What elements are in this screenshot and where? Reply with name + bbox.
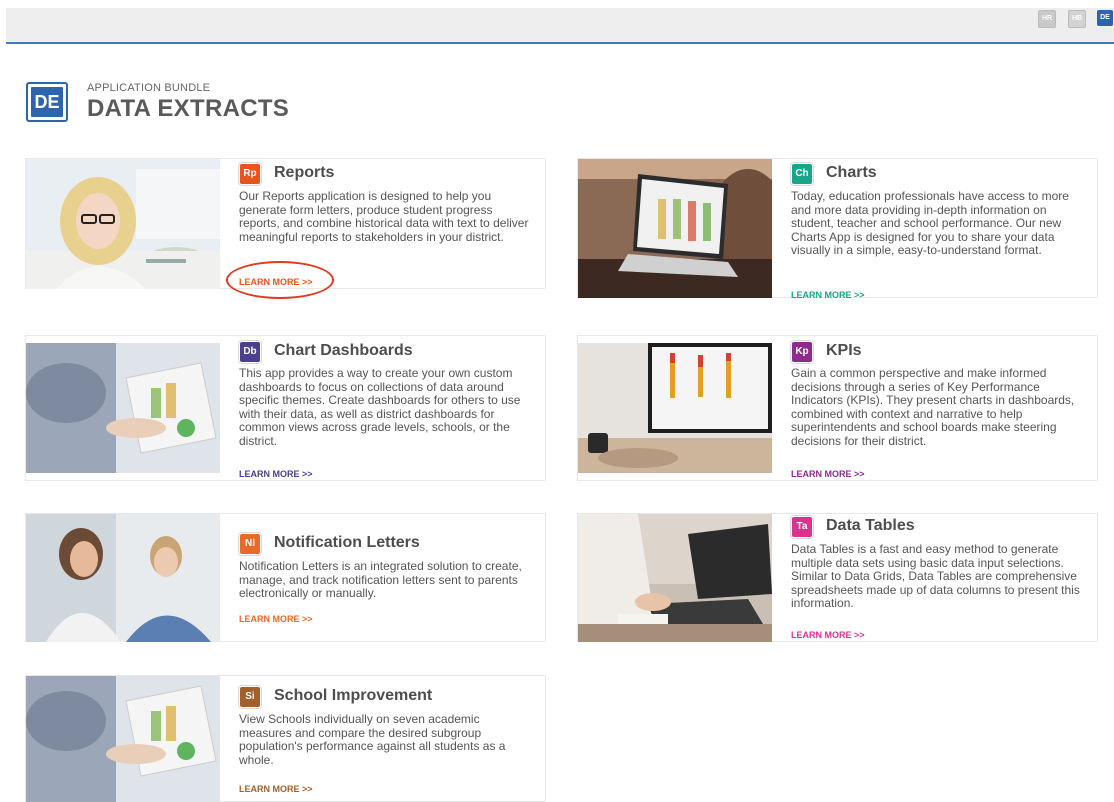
school-improvement-title[interactable]: School Improvement [274,687,432,705]
charts-photo-image [578,159,772,298]
data-tables-thumbnail[interactable] [578,514,772,642]
reports-thumbnail[interactable] [26,159,220,289]
charts-learn-more-link[interactable]: LEARN MORE >> [791,290,865,300]
highlight-circle [226,261,334,299]
school-improvement-app-icon: Si [240,687,260,707]
page-title: DATA EXTRACTS [87,95,290,122]
chart-dashboards-app-icon: Db [240,342,260,362]
data-tables-icon-label: Ta [796,521,808,532]
bundle-switch-hb[interactable]: HB [1068,10,1086,28]
school-improvement-thumbnail[interactable] [26,676,220,802]
data-tables-app-icon: Ta [792,517,812,537]
chart-dashboards-icon-label: Db [243,346,257,357]
notification-letters-description: Notification Letters is an integrated so… [239,559,522,600]
school-improvement-description: View Schools individually on seven acade… [239,712,506,767]
chart-dashboards-title[interactable]: Chart Dashboards [274,342,413,360]
bundle-switch-de[interactable]: DE [1097,10,1113,26]
reports-photo-image [26,159,220,289]
notification-letters-thumbnail[interactable] [26,514,220,642]
notification-letters-photo-image [26,514,220,642]
kpis-thumbnail[interactable] [578,343,772,473]
charts-app-icon: Ch [792,164,812,184]
chart-dashboards-photo-image [26,343,220,473]
chart-dashboards-description: This app provides a way to create your o… [239,366,521,448]
charts-title[interactable]: Charts [826,164,877,182]
top-bar [6,8,1114,44]
school-improvement-icon-label: Si [245,691,255,702]
kpis-description: Gain a common perspective and make infor… [791,366,1075,448]
notification-letters-app-icon: Nl [240,534,260,554]
data-tables-title[interactable]: Data Tables [826,517,915,535]
notification-letters-icon-label: Nl [245,538,255,549]
bundle-logo: DE [26,82,68,122]
kpis-app-icon: Kp [792,342,812,362]
charts-thumbnail[interactable] [578,159,772,298]
charts-icon-label: Ch [795,168,809,179]
reports-icon-label: Rp [243,168,257,179]
chart-dashboards-learn-more-link[interactable]: LEARN MORE >> [239,469,313,479]
reports-description: Our Reports application is designed to h… [239,189,529,244]
kpis-learn-more-link[interactable]: LEARN MORE >> [791,469,865,479]
chart-dashboards-thumbnail[interactable] [26,343,220,473]
school-improvement-photo-image [26,676,220,802]
notification-letters-learn-more-link[interactable]: LEARN MORE >> [239,614,313,624]
charts-description: Today, education professionals have acce… [791,189,1069,257]
data-tables-description: Data Tables is a fast and easy method to… [791,542,1080,610]
bundle-subtitle: APPLICATION BUNDLE [87,82,211,94]
kpis-icon-label: Kp [795,346,809,357]
data-tables-learn-more-link[interactable]: LEARN MORE >> [791,630,865,640]
school-improvement-learn-more-link[interactable]: LEARN MORE >> [239,784,313,794]
reports-app-icon: Rp [240,164,260,184]
kpis-photo-image [578,343,772,473]
data-tables-photo-image [578,514,772,642]
bundle-switch-hr[interactable]: HR [1038,10,1056,28]
reports-title[interactable]: Reports [274,164,334,182]
kpis-title[interactable]: KPIs [826,342,862,360]
bundle-logo-text: DE [31,87,63,117]
notification-letters-title[interactable]: Notification Letters [274,534,420,552]
